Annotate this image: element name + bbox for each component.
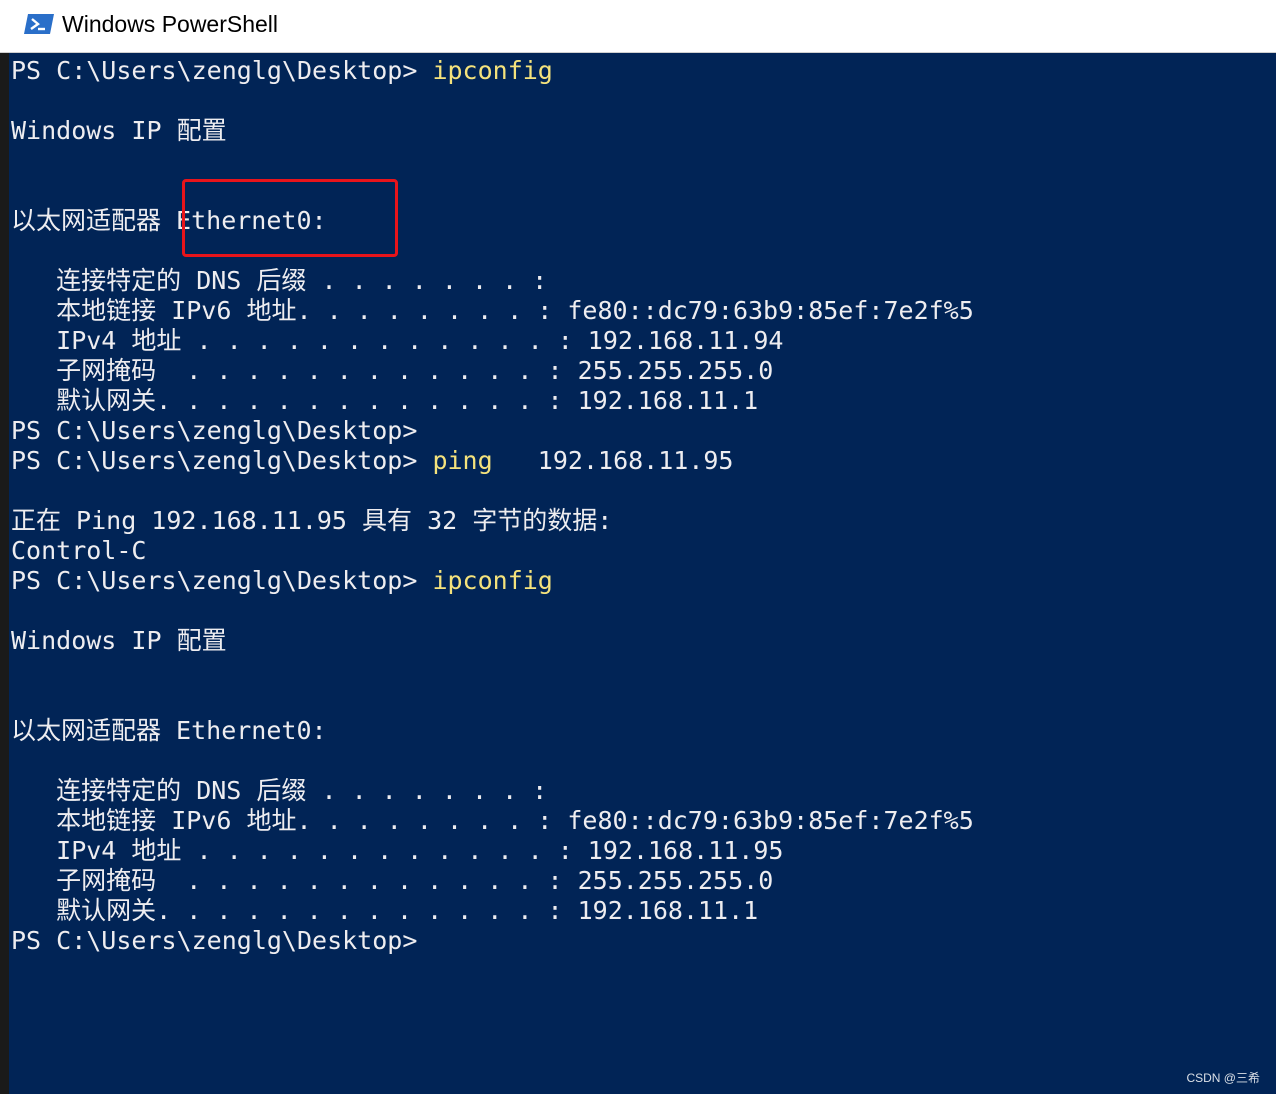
powershell-icon [24,14,54,34]
console-output-line: 默认网关. . . . . . . . . . . . . : 192.168.… [11,386,759,415]
prompt-text: PS C:\Users\zenglg\Desktop> [11,926,418,955]
command-text: ping [432,446,493,475]
window-title: Windows PowerShell [62,11,279,37]
ethernet0-highlight-box [182,179,398,257]
console-output-line: Windows IP 配置 [11,626,227,655]
console-output-line: 连接特定的 DNS 后缀 . . . . . . . : [11,266,548,295]
console-output-line: 正在 Ping 192.168.11.95 具有 32 字节的数据: [11,506,613,535]
console-output-line: 本地链接 IPv6 地址. . . . . . . . : fe80::dc79… [11,806,974,835]
console-output-line: 子网掩码 . . . . . . . . . . . . : 255.255.2… [11,356,774,385]
console-output-line: IPv4 地址 . . . . . . . . . . . . : 192.16… [11,326,784,355]
console-prompt-line: PS C:\Users\zenglg\Desktop> [11,416,417,446]
console-prompt-line: PS C:\Users\zenglg\Desktop> ping 192.168… [11,446,733,476]
console-prompt-line: PS C:\Users\zenglg\Desktop> ipconfig [11,566,553,596]
prompt-text: PS C:\Users\zenglg\Desktop> [11,416,418,445]
console-output-line: 连接特定的 DNS 后缀 . . . . . . . : [11,776,548,805]
watermark: CSDN @三希 [1186,1071,1260,1085]
console-prompt-line: PS C:\Users\zenglg\Desktop> [11,926,417,956]
console-output-line: Windows IP 配置 [11,116,227,145]
console-output-line: IPv4 地址 . . . . . . . . . . . . : 192.16… [11,836,784,865]
command-text: ipconfig [432,56,553,85]
prompt-text: PS C:\Users\zenglg\Desktop> [11,566,433,595]
console-output-line: 以太网适配器 Ethernet0: [11,716,327,745]
prompt-text: PS C:\Users\zenglg\Desktop> [11,56,433,85]
command-args: 192.168.11.95 [492,446,734,475]
prompt-text: PS C:\Users\zenglg\Desktop> [11,446,433,475]
left-window-edge [0,0,9,1094]
title-bar[interactable]: Windows PowerShell [0,0,1276,53]
console-output-line: Control-C [11,536,147,565]
console-prompt-line: PS C:\Users\zenglg\Desktop> ipconfig [11,56,553,86]
console-output-line: 子网掩码 . . . . . . . . . . . . : 255.255.2… [11,866,774,895]
console-output-line: 默认网关. . . . . . . . . . . . . : 192.168.… [11,896,759,925]
console-output-line: 本地链接 IPv6 地址. . . . . . . . : fe80::dc79… [11,296,974,325]
command-text: ipconfig [432,566,553,595]
